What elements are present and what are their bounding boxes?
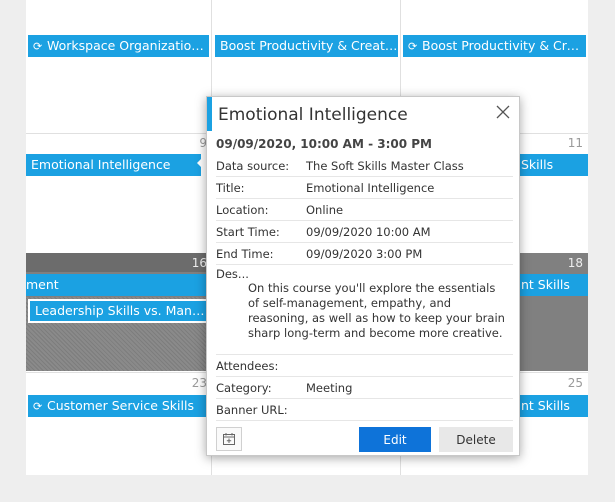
field-label: Start Time: (216, 225, 280, 239)
field-row: Data source: The Soft Skills Master Clas… (216, 155, 513, 177)
event-skills-week2[interactable]: Skills (516, 154, 588, 176)
recurrence-icon: ⟳ (408, 40, 418, 53)
day-number-partial (177, 12, 207, 22)
edit-button[interactable]: Edit (359, 427, 431, 452)
field-row: Title: Emotional Intelligence (216, 177, 513, 199)
field-label: Attendees: (216, 359, 279, 373)
recurrence-icon: ⟳ (33, 40, 43, 53)
field-label: Data source: (216, 159, 290, 173)
field-label: Des... (216, 267, 249, 281)
field-label: Title: (216, 181, 245, 195)
event-skills-week3[interactable]: nt Skills (516, 274, 588, 296)
event-boost-productivity-2[interactable]: ⟳ Boost Productivity & Creati... (403, 35, 586, 57)
event-workspace-organization[interactable]: ⟳ Workspace Organization f... (28, 35, 209, 57)
field-row: End Time: 09/09/2020 3:00 PM (216, 243, 513, 265)
event-boost-productivity-1[interactable]: Boost Productivity & Creativit... (215, 35, 398, 57)
field-row: Category: Meeting (216, 377, 513, 399)
field-row: Location: Online (216, 199, 513, 221)
appointment-tooltip: Emotional Intelligence 09/09/2020, 10:00… (206, 96, 520, 456)
calendar-add-icon[interactable] (216, 427, 242, 451)
field-row: Banner URL: (216, 399, 513, 421)
day-number[interactable]: 23 (177, 376, 207, 390)
day-number[interactable]: 11 (553, 136, 583, 150)
event-customer-service-skills[interactable]: ⟳ Customer Service Skills (28, 395, 209, 417)
field-value: 09/09/2020 10:00 AM (306, 225, 431, 239)
field-row: Start Time: 09/09/2020 10:00 AM (216, 221, 513, 243)
recurrence-icon: ⟳ (33, 400, 43, 413)
field-label: Banner URL: (216, 403, 288, 417)
event-leadership-skills[interactable]: Leadership Skills vs. Manage... (28, 299, 208, 323)
field-value: The Soft Skills Master Class (306, 159, 464, 173)
field-label: Location: (216, 203, 269, 217)
day-number[interactable]: 18 (553, 256, 583, 270)
description-text: On this course you'll explore the essent… (248, 281, 505, 340)
event-emotional-intelligence[interactable]: Emotional Intelligence (26, 154, 201, 176)
day-number[interactable]: 25 (553, 376, 583, 390)
day-number[interactable]: 9 (177, 136, 207, 150)
delete-button[interactable]: Delete (439, 427, 513, 452)
field-value: Meeting (306, 381, 353, 395)
field-label: Category: (216, 381, 272, 395)
field-value: Online (306, 203, 344, 217)
popup-datetime: 09/09/2020, 10:00 AM - 3:00 PM (216, 137, 432, 151)
popup-accent-bar (207, 97, 212, 131)
field-row: Attendees: (216, 355, 513, 377)
field-label: End Time: (216, 247, 274, 261)
field-value: Emotional Intelligence (306, 181, 435, 195)
field-value: 09/09/2020 3:00 PM (306, 247, 423, 261)
event-skills-week4[interactable]: nt Skills (516, 395, 588, 417)
event-ment-continued[interactable]: ment (26, 274, 206, 296)
description-row: Des... On this course you'll explore the… (216, 265, 513, 355)
popup-title: Emotional Intelligence (218, 105, 408, 125)
day-number[interactable]: 16 (177, 256, 207, 270)
close-icon[interactable] (495, 104, 511, 120)
